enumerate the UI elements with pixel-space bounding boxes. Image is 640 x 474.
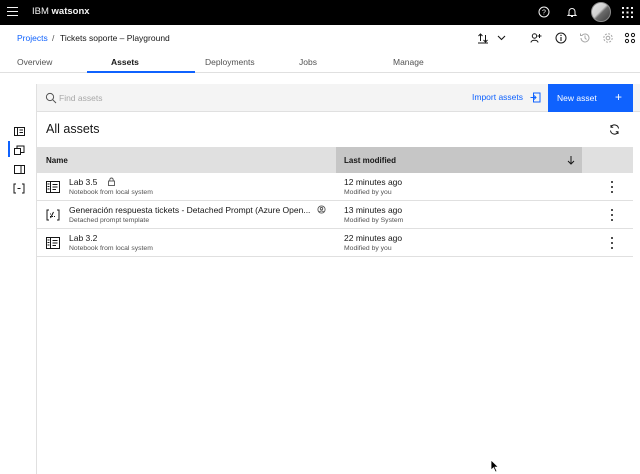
badge-icon: [317, 205, 326, 214]
active-tab-indicator: [87, 71, 195, 73]
project-tabs: Overview Assets Deployments Jobs Manage: [0, 52, 640, 73]
tab-assets[interactable]: Assets: [111, 57, 139, 67]
tools-icon[interactable]: [623, 31, 637, 45]
overflow-menu-icon[interactable]: [607, 209, 617, 221]
asset-type: Detached prompt template: [69, 217, 150, 224]
notebook-icon: [46, 237, 60, 249]
asset-name[interactable]: Lab 3.2: [69, 233, 97, 243]
mouse-cursor-icon: [490, 459, 500, 473]
top-header: IBM watsonx ?: [0, 0, 640, 25]
tab-jobs[interactable]: Jobs: [299, 57, 317, 67]
variables-icon[interactable]: [12, 181, 26, 195]
new-asset-label: New asset: [557, 93, 597, 103]
sort-descending-icon[interactable]: [566, 155, 576, 165]
import-assets-button[interactable]: Import assets: [472, 92, 523, 102]
asset-type: Notebook from local system: [69, 189, 153, 196]
history-icon[interactable]: [578, 31, 592, 45]
chevron-down-icon[interactable]: [494, 31, 508, 45]
table-row[interactable]: Lab 3.2 Notebook from local system 22 mi…: [37, 229, 633, 257]
table-header: Name Last modified: [37, 147, 633, 173]
menu-icon[interactable]: [7, 7, 18, 17]
prompt-template-icon: [46, 209, 60, 221]
breadcrumb: Projects / Tickets soporte – Playground: [0, 25, 640, 52]
column-header-last-modified[interactable]: Last modified: [336, 147, 582, 173]
table-row[interactable]: Lab 3.5 Notebook from local system 12 mi…: [37, 173, 633, 201]
column-header-name[interactable]: Name: [46, 156, 68, 165]
tab-manage[interactable]: Manage: [393, 57, 424, 67]
asset-type: Notebook from local system: [69, 245, 153, 252]
asset-browser-icon[interactable]: [12, 124, 26, 138]
app-switcher-icon[interactable]: [620, 5, 634, 19]
avatar[interactable]: [591, 2, 611, 22]
rail-active-indicator: [8, 141, 10, 157]
notification-icon[interactable]: [565, 5, 579, 19]
last-modified: 22 minutes ago: [344, 233, 403, 243]
asset-name[interactable]: Lab 3.5: [69, 177, 97, 187]
search-icon: [45, 92, 57, 104]
modified-by: Modified by you: [344, 245, 392, 252]
table-row[interactable]: Generación respuesta tickets - Detached …: [37, 201, 633, 229]
column-header-last-modified-label: Last modified: [344, 156, 397, 165]
help-icon[interactable]: ?: [537, 5, 551, 19]
refresh-icon[interactable]: [609, 124, 620, 135]
asset-name[interactable]: Generación respuesta tickets - Detached …: [69, 205, 310, 215]
notebook-icon: [46, 181, 60, 193]
brand[interactable]: IBM watsonx: [32, 6, 90, 17]
tab-deployments[interactable]: Deployments: [205, 57, 255, 67]
breadcrumb-projects-link[interactable]: Projects: [17, 33, 48, 43]
folder-view-icon[interactable]: [12, 162, 26, 176]
add-collaborator-icon[interactable]: [529, 31, 543, 45]
tab-overview[interactable]: Overview: [17, 57, 52, 67]
asset-types-icon[interactable]: [12, 143, 26, 157]
import-icon[interactable]: [530, 92, 541, 103]
search-input[interactable]: [59, 89, 359, 107]
last-modified: 13 minutes ago: [344, 205, 403, 215]
plus-icon: +: [615, 90, 623, 104]
lock-icon: [108, 177, 115, 186]
upload-download-icon[interactable]: [476, 31, 490, 45]
page-title: All assets: [46, 122, 100, 136]
overflow-menu-icon[interactable]: [607, 181, 617, 193]
brand-prefix: IBM: [32, 6, 49, 17]
info-icon[interactable]: [554, 31, 568, 45]
new-asset-button[interactable]: New asset +: [548, 84, 633, 112]
modified-by: Modified by you: [344, 189, 392, 196]
breadcrumb-separator: /: [52, 33, 55, 43]
brand-product: watsonx: [51, 6, 90, 17]
modified-by: Modified by System: [344, 217, 404, 224]
asset-side-rail: [0, 84, 37, 474]
settings-icon[interactable]: [601, 31, 615, 45]
overflow-menu-icon[interactable]: [607, 237, 617, 249]
breadcrumb-current-project: Tickets soporte – Playground: [60, 33, 170, 43]
svg-text:?: ?: [542, 10, 546, 17]
last-modified: 12 minutes ago: [344, 177, 403, 187]
